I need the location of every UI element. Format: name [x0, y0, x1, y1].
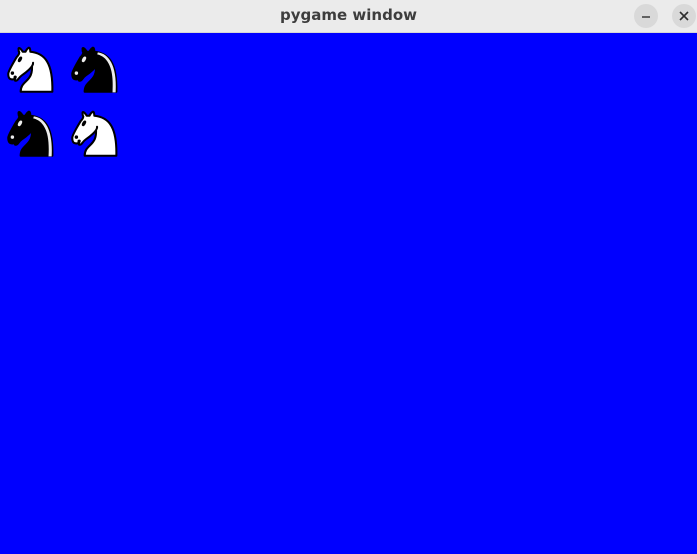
- white-knight-icon[interactable]: [64, 102, 126, 164]
- close-icon: [679, 11, 689, 21]
- black-knight-icon[interactable]: [0, 102, 62, 164]
- black-knight-icon[interactable]: [64, 38, 126, 100]
- game-canvas[interactable]: [0, 34, 697, 554]
- close-button[interactable]: [672, 4, 696, 28]
- minimize-icon: [642, 16, 650, 18]
- white-knight-icon[interactable]: [0, 38, 62, 100]
- minimize-button[interactable]: [634, 4, 658, 28]
- title-bar[interactable]: pygame window: [0, 0, 697, 33]
- pygame-window: pygame window: [0, 0, 697, 554]
- window-title: pygame window: [280, 6, 417, 24]
